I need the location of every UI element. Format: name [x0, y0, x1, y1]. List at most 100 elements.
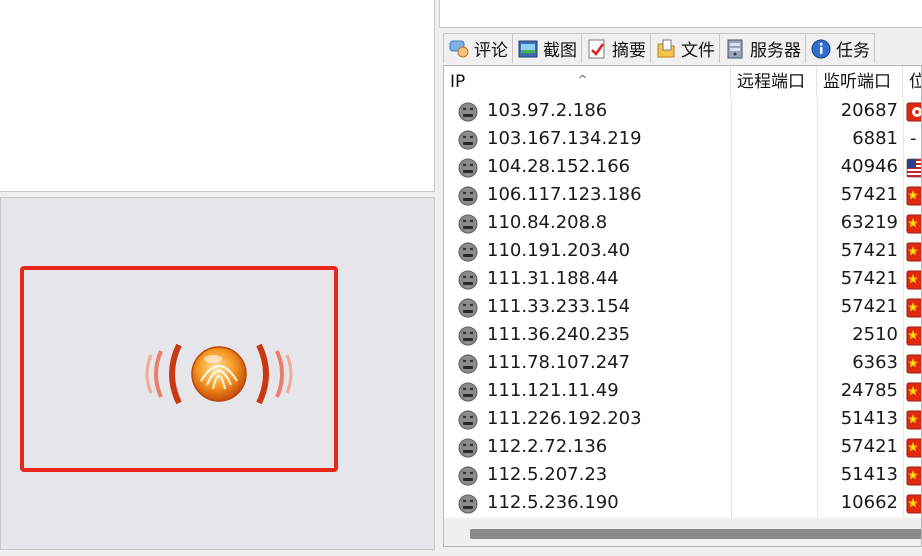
- china-flag-icon: [906, 494, 921, 514]
- table-row[interactable]: 112.5.236.190 10662: [444, 490, 921, 518]
- top-left-panel: [0, 0, 435, 192]
- details-pane: 评论 截图 摘要 文件 服务器 任务 IP ^ 远程端口 监听端口 103.97…: [439, 0, 922, 556]
- peer-ip: 104.28.152.166: [487, 156, 631, 177]
- peers-table: IP ^ 远程端口 监听端口 位 103.97.2.186 20687 103.16…: [443, 65, 922, 547]
- tab-screenshots[interactable]: 截图: [512, 33, 582, 63]
- china-flag-icon: [906, 466, 921, 486]
- column-label: 监听端口: [823, 72, 891, 92]
- tab-label: 服务器: [750, 41, 801, 61]
- peer-status-icon: [458, 102, 478, 122]
- listen-port: 57421: [840, 268, 898, 289]
- column-header-ip[interactable]: IP ^: [444, 66, 731, 98]
- listen-port: 6881: [852, 128, 898, 149]
- table-row[interactable]: 111.78.107.247 6363: [444, 350, 921, 378]
- column-header-remote-port[interactable]: 远程端口: [731, 66, 817, 98]
- preview-panel: [0, 197, 435, 550]
- peer-ip: 103.97.2.186: [487, 100, 608, 121]
- peer-status-icon: [458, 242, 478, 262]
- peer-ip: 103.167.134.219: [487, 128, 642, 149]
- column-label: 位: [909, 72, 921, 92]
- table-row[interactable]: 111.226.192.203 51413: [444, 406, 921, 434]
- peer-ip: 110.84.208.8: [487, 212, 608, 233]
- listen-port: 57421: [840, 436, 898, 457]
- listen-port: 63219: [840, 212, 898, 233]
- listen-port: 57421: [840, 184, 898, 205]
- comment-icon: [449, 40, 469, 57]
- table-row[interactable]: 111.31.188.44 57421: [444, 266, 921, 294]
- column-label: 远程端口: [737, 72, 805, 92]
- china-flag-icon: [906, 214, 921, 234]
- china-flag-icon: [906, 242, 921, 262]
- sort-ascending-icon: ^: [578, 73, 588, 86]
- column-header-location[interactable]: 位: [903, 66, 921, 98]
- peer-status-icon: [458, 158, 478, 178]
- peer-status-icon: [458, 438, 478, 458]
- table-row[interactable]: 111.33.233.154 57421: [444, 294, 921, 322]
- scrollbar-thumb[interactable]: [470, 529, 921, 539]
- summary-icon: [588, 39, 605, 58]
- table-row[interactable]: 110.191.203.40 57421: [444, 238, 921, 266]
- table-row[interactable]: 110.84.208.8 63219: [444, 210, 921, 238]
- peer-ip: 106.117.123.186: [487, 184, 642, 205]
- tab-summary[interactable]: 摘要: [581, 33, 651, 63]
- horizontal-scrollbar[interactable]: [444, 518, 921, 546]
- column-header-listen-port[interactable]: 监听端口: [817, 66, 903, 98]
- listen-port: 10662: [840, 492, 898, 513]
- tab-label: 任务: [836, 41, 870, 61]
- no-location-text: -: [910, 128, 917, 149]
- listen-port: 2510: [852, 324, 898, 345]
- peer-ip: 111.31.188.44: [487, 268, 619, 289]
- peer-status-icon: [458, 186, 478, 206]
- column-label: IP: [450, 72, 466, 92]
- table-row[interactable]: 106.117.123.186 57421: [444, 182, 921, 210]
- app-logo-icon: [145, 343, 293, 405]
- tab-label: 评论: [474, 41, 508, 61]
- china-flag-icon: [906, 298, 921, 318]
- peer-ip: 111.78.107.247: [487, 352, 631, 373]
- peer-ip: 111.36.240.235: [487, 324, 631, 345]
- tab-label: 摘要: [612, 41, 646, 61]
- table-row[interactable]: 111.121.11.49 24785: [444, 378, 921, 406]
- peer-ip: 111.33.233.154: [487, 296, 631, 317]
- listen-port: 51413: [840, 408, 898, 429]
- tab-comments[interactable]: 评论: [443, 33, 513, 63]
- peer-status-icon: [458, 214, 478, 234]
- table-row[interactable]: 103.167.134.219 6881-: [444, 126, 921, 154]
- china-flag-icon: [906, 186, 921, 206]
- peer-status-icon: [458, 270, 478, 290]
- tab-label: 文件: [681, 41, 715, 61]
- china-flag-icon: [906, 354, 921, 374]
- table-row[interactable]: 103.97.2.186 20687: [444, 98, 921, 126]
- peer-ip: 110.191.203.40: [487, 240, 631, 261]
- server-icon: [727, 39, 743, 58]
- china-flag-icon: [906, 382, 921, 402]
- tab-tasks[interactable]: 任务: [805, 33, 875, 63]
- listen-port: 6363: [852, 352, 898, 373]
- table-row[interactable]: 104.28.152.166 40946: [444, 154, 921, 182]
- listen-port: 24785: [840, 380, 898, 401]
- peer-ip: 112.5.236.190: [487, 492, 619, 513]
- peer-status-icon: [458, 466, 478, 486]
- screenshot-icon: [518, 40, 538, 57]
- china-flag-icon: [906, 270, 921, 290]
- app-window: 评论 截图 摘要 文件 服务器 任务 IP ^ 远程端口 监听端口 103.97…: [0, 0, 922, 556]
- comment-text-area[interactable]: [439, 0, 922, 28]
- table-row[interactable]: 112.5.207.23 51413: [444, 462, 921, 490]
- peer-status-icon: [458, 326, 478, 346]
- peer-status-icon: [458, 410, 478, 430]
- peer-ip: 112.5.207.23: [487, 464, 608, 485]
- peer-ip: 111.121.11.49: [487, 380, 619, 401]
- peer-status-icon: [458, 494, 478, 514]
- china-flag-icon: [906, 438, 921, 458]
- usa-flag-icon: [906, 158, 921, 178]
- tab-label: 截图: [543, 41, 577, 61]
- tab-servers[interactable]: 服务器: [719, 33, 806, 63]
- peer-ip: 112.2.72.136: [487, 436, 608, 457]
- peer-ip: 111.226.192.203: [487, 408, 642, 429]
- peer-status-icon: [458, 382, 478, 402]
- tab-files[interactable]: 文件: [650, 33, 720, 63]
- table-row[interactable]: 111.36.240.235 2510: [444, 322, 921, 350]
- table-row[interactable]: 112.2.72.136 57421: [444, 434, 921, 462]
- peer-status-icon: [458, 130, 478, 150]
- detail-tabs: 评论 截图 摘要 文件 服务器 任务: [443, 33, 875, 63]
